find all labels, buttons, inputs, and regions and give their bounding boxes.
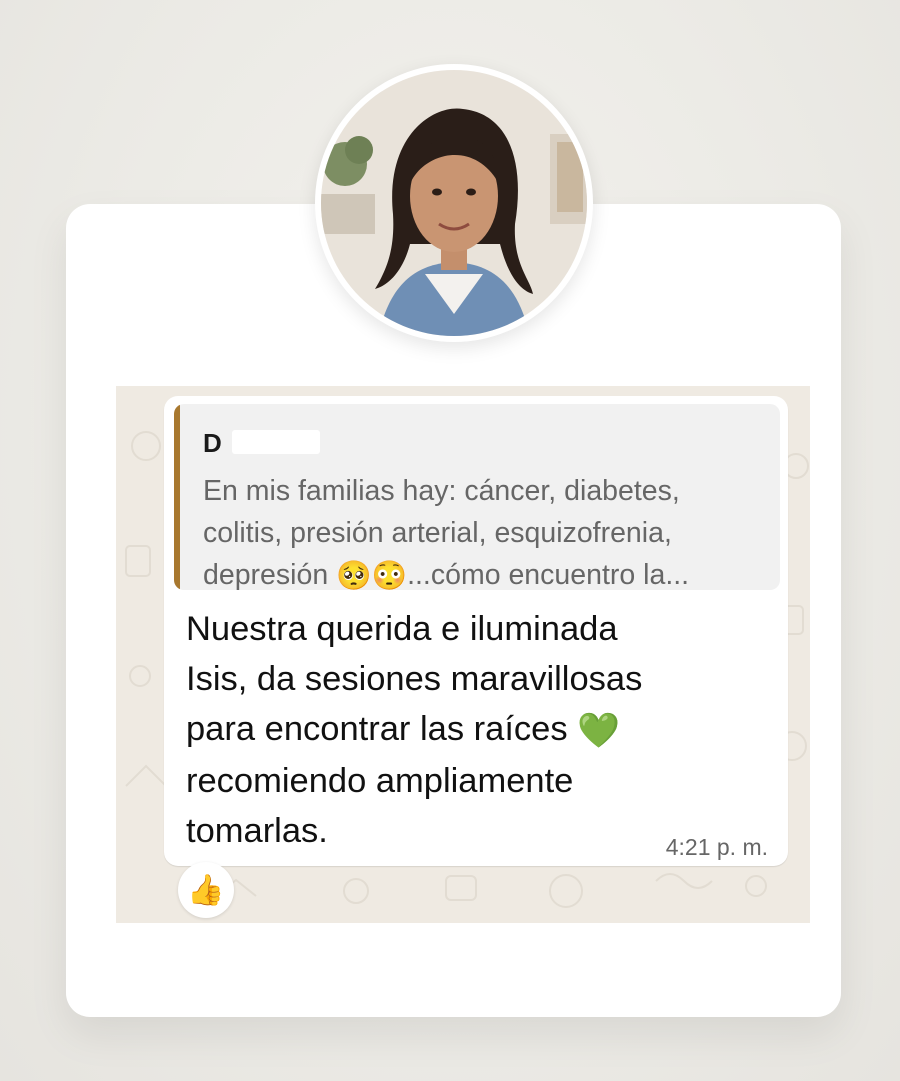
avatar-photo — [321, 70, 587, 336]
message-text: Nuestra querida e iluminada Isis, da ses… — [186, 604, 706, 856]
chat-screenshot: D En mis familias hay: cáncer, diabetes,… — [116, 386, 810, 923]
green-heart-emoji: 💚 — [577, 711, 621, 750]
message-line-1: Nuestra querida e iluminada — [186, 610, 618, 648]
message-line-2: Isis, da sesiones maravillosas — [186, 660, 643, 698]
message-line-3: para encontrar las raíces — [186, 710, 578, 748]
quoted-message[interactable]: D En mis familias hay: cáncer, diabetes,… — [174, 404, 780, 590]
quoted-text-tail: ...cómo encuentro la... — [407, 559, 690, 590]
message-line-5: tomarlas. — [186, 811, 328, 850]
message-line-4: recomiendo ampliamente — [186, 761, 574, 800]
reaction-thumbs-up[interactable]: 👍 — [178, 862, 234, 918]
avatar — [315, 64, 593, 342]
quoted-text: En mis familias hay: cáncer, diabetes, c… — [203, 470, 763, 590]
message-bubble[interactable]: D En mis familias hay: cáncer, diabetes,… — [164, 396, 788, 866]
pleading-face-emoji: 🥺 — [336, 560, 372, 590]
thumbs-up-icon: 👍 — [187, 873, 225, 907]
redacted-name-block — [232, 430, 320, 454]
quoted-author: D — [203, 428, 222, 458]
quote-accent-bar — [174, 404, 180, 590]
message-timestamp: 4:21 p. m. — [665, 834, 768, 860]
flushed-face-emoji: 😳 — [371, 560, 408, 590]
